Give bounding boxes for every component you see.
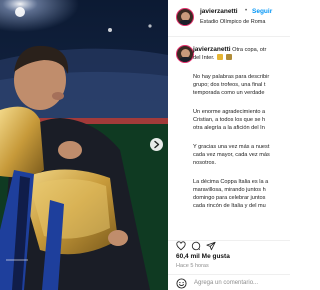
caption-line: Cristian, a todos los que se h <box>193 117 266 123</box>
caption-line: No hay palabras para describir <box>193 74 270 80</box>
caption-area: javierzanetti Otra copa, otr del Inter. … <box>168 37 290 227</box>
follow-button[interactable]: Seguir <box>252 8 272 15</box>
caption-avatar[interactable] <box>176 45 194 63</box>
caption-line: otra alegría a la afición del In <box>193 125 265 131</box>
avatar[interactable] <box>176 8 194 26</box>
caption-line: cada rincón de Italia y del mu <box>193 203 266 209</box>
trophy-emoji-icon <box>225 54 232 60</box>
caption-line: Un enorme agradecimiento a <box>193 109 266 115</box>
post-header: javierzanetti • Seguir Estadio Olímpico … <box>168 0 290 37</box>
caption-line: grupo; dos trofeos, una final t <box>193 82 266 88</box>
photo-illustration <box>0 0 168 290</box>
comment-input[interactable]: Agrega un comentario... <box>194 280 258 286</box>
trophy-emoji-icon <box>217 54 224 60</box>
caption-line: domingo para celebrar juntos <box>193 195 266 201</box>
post-username[interactable]: javierzanetti <box>200 8 238 15</box>
smiley-icon[interactable] <box>176 278 187 289</box>
heart-icon[interactable] <box>176 241 186 251</box>
caption-line: La décima Coppa Italia es la a <box>193 179 269 185</box>
caption-line-1: del Inter. <box>193 54 232 62</box>
likes-count[interactable]: 60,4 mil Me gusta <box>176 253 230 260</box>
caption-line: Y gracias una vez más a nuest <box>193 144 270 150</box>
post-location[interactable]: Estadio Olímpico de Roma <box>200 19 265 25</box>
post-panel: javierzanetti • Seguir Estadio Olímpico … <box>168 0 290 290</box>
caption-username[interactable]: javierzanetti <box>193 46 231 53</box>
post-actions: 60,4 mil Me gusta Hace 5 horas Agrega un… <box>168 240 290 290</box>
post-photo[interactable] <box>0 0 168 290</box>
chevron-right-icon <box>154 140 160 149</box>
separator-dot: • <box>245 8 248 14</box>
caption-line: temporada como un verdade <box>193 90 265 96</box>
post-time[interactable]: Hace 5 horas <box>176 263 209 269</box>
comment-bar: Agrega un comentario... <box>168 274 290 290</box>
caption-line: cada vez mayor, cada vez más <box>193 152 270 158</box>
comment-icon[interactable] <box>191 241 201 251</box>
caption-line: maravillosa, mirando juntos h <box>193 187 266 193</box>
next-photo-button[interactable] <box>150 138 163 151</box>
caption-line: nosotros. <box>193 160 217 166</box>
send-icon[interactable] <box>206 241 216 251</box>
